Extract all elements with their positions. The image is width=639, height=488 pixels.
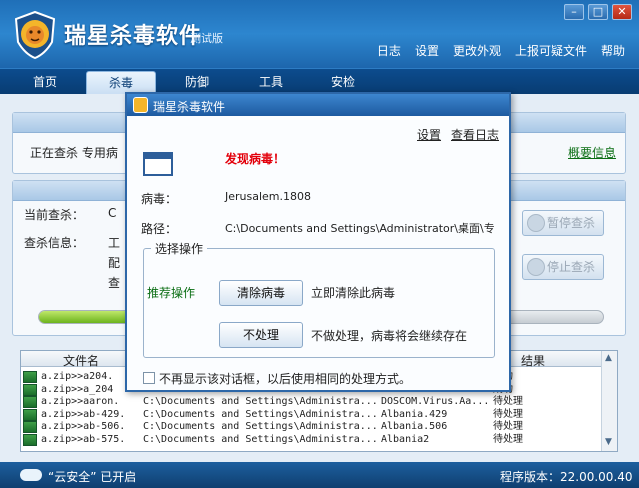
table-row[interactable]: a.zip>>ab-575. C:\Documents and Settings\… [21, 433, 601, 446]
row-virus-name: Albania.429 [381, 408, 448, 420]
app-header: 瑞星杀毒软件 测试版 – □ ✕ 日志 设置 更改外观 上报可疑文件 帮助 [0, 0, 639, 68]
table-row[interactable]: a.zip>>aaron. C:\Documents and Settings\A… [21, 396, 601, 408]
pause-icon [527, 214, 545, 232]
dialog-title: 瑞星杀毒软件 [153, 100, 226, 114]
scroll-down-icon[interactable]: ▼ [605, 437, 612, 447]
tab-home[interactable]: 首页 [10, 71, 80, 95]
minimize-button[interactable]: – [564, 4, 584, 20]
scan-info-char: 工 [108, 236, 121, 250]
pause-scan-label: 暂停查杀 [547, 216, 596, 230]
row-file-name: a.zip>>ab-575. [41, 433, 126, 445]
virus-file-icon [23, 371, 37, 383]
scan-info-char: 查 [108, 276, 121, 290]
dialog-settings-link[interactable]: 设置 [417, 126, 441, 143]
recommended-label: 推荐操作 [147, 286, 196, 300]
row-file-name: a.zip>>ab-506. [41, 421, 126, 432]
table-row[interactable]: a.zip>>ab-506. C:\Documents and Settings\… [21, 421, 601, 433]
row-file-name: a.zip>>aaron. [41, 396, 120, 407]
table-row[interactable]: a.zip>>ab-429. C:\Documents and Settings\… [21, 408, 601, 421]
row-virus-name: Albania2 [381, 433, 430, 445]
cloud-icon [20, 469, 42, 481]
virus-found-dialog: 瑞星杀毒软件 设置 查看日志 发现病毒！ 病毒： Jerusalem.1808 … [125, 92, 511, 392]
row-result: 待处理 [493, 421, 523, 432]
row-virus-name: Albania.506 [381, 421, 448, 432]
close-button[interactable]: ✕ [612, 4, 632, 20]
stop-icon [527, 258, 545, 276]
row-file-name: a.zip>>a204. [41, 371, 114, 382]
menu-report[interactable]: 上报可疑文件 [515, 42, 587, 59]
status-bar: “云安全” 已开启 程序版本：22.00.00.40 [0, 462, 639, 488]
program-version: 程序版本：22.00.00.40 [500, 470, 633, 484]
path-label: 路径： [141, 222, 178, 236]
stop-scan-label: 停止查杀 [547, 260, 596, 274]
ignore-button[interactable]: 不处理 [219, 322, 303, 348]
virus-name: Jerusalem.1808 [225, 190, 312, 203]
virus-file-icon [23, 396, 37, 408]
dialog-view-log-link[interactable]: 查看日志 [451, 126, 499, 143]
col-file-header[interactable]: 文件名 [63, 352, 99, 369]
lion-logo-icon [12, 10, 58, 60]
row-path: C:\Documents and Settings\Administra... [143, 408, 378, 420]
row-path: C:\Documents and Settings\Administra... [143, 421, 378, 432]
dont-show-checkbox[interactable] [143, 372, 155, 384]
row-path: C:\Documents and Settings\Administra... [143, 396, 378, 407]
main-nav: 首页 杀毒 防御 工具 安检 [0, 68, 639, 95]
scan-status-text: 正在查杀 专用病 [30, 146, 118, 160]
current-scan-value: C [108, 206, 117, 220]
vertical-scrollbar[interactable]: ▲ ▼ [601, 351, 617, 451]
virus-found-title: 发现病毒！ [225, 152, 286, 166]
virus-path: C:\Documents and Settings\Administrator\… [225, 222, 495, 235]
window-icon [143, 152, 173, 176]
menu-log[interactable]: 日志 [377, 42, 401, 59]
row-file-name: a.zip>>ab-429. [41, 408, 126, 420]
top-menu: 日志 设置 更改外观 上报可疑文件 帮助 [377, 42, 625, 59]
menu-settings[interactable]: 设置 [415, 42, 439, 59]
lion-logo-icon [133, 97, 148, 113]
maximize-button[interactable]: □ [588, 4, 608, 20]
menu-skin[interactable]: 更改外观 [453, 42, 501, 59]
row-path: C:\Documents and Settings\Administra... [143, 433, 378, 445]
scan-info-char: 配 [108, 256, 121, 270]
stop-scan-button[interactable]: 停止查杀 [522, 254, 604, 280]
app-edition: 测试版 [190, 32, 223, 45]
virus-file-icon [23, 421, 37, 433]
action-group-title: 选择操作 [151, 240, 208, 257]
summary-info-link[interactable]: 概要信息 [568, 144, 616, 161]
row-result: 待处理 [493, 396, 523, 407]
ignore-desc: 不做处理，病毒将会继续存在 [311, 329, 468, 343]
row-file-name: a.zip>>a_204 [41, 383, 114, 395]
row-result: 待处理 [493, 433, 523, 445]
clean-virus-button[interactable]: 清除病毒 [219, 280, 303, 306]
row-virus-name: DOSCOM.Virus.Aa... [381, 396, 490, 407]
current-scan-label: 当前查杀： [24, 208, 85, 222]
virus-file-icon [23, 433, 37, 446]
menu-help[interactable]: 帮助 [601, 42, 625, 59]
scan-info-label: 查杀信息： [24, 236, 85, 250]
virus-file-icon [23, 408, 37, 421]
row-result: 待处理 [493, 408, 523, 420]
cloud-security-status: “云安全” 已开启 [48, 470, 137, 484]
scroll-up-icon[interactable]: ▲ [605, 353, 612, 363]
col-result-header[interactable]: 结果 [521, 352, 545, 369]
dont-show-label[interactable]: 不再显示该对话框，以后使用相同的处理方式。 [159, 370, 411, 387]
pause-scan-button[interactable]: 暂停查杀 [522, 210, 604, 236]
virus-label: 病毒： [141, 192, 178, 206]
dialog-titlebar[interactable]: 瑞星杀毒软件 [127, 94, 509, 116]
clean-desc: 立即清除此病毒 [311, 286, 396, 300]
virus-file-icon [23, 383, 37, 396]
app-title: 瑞星杀毒软件 [64, 24, 203, 49]
